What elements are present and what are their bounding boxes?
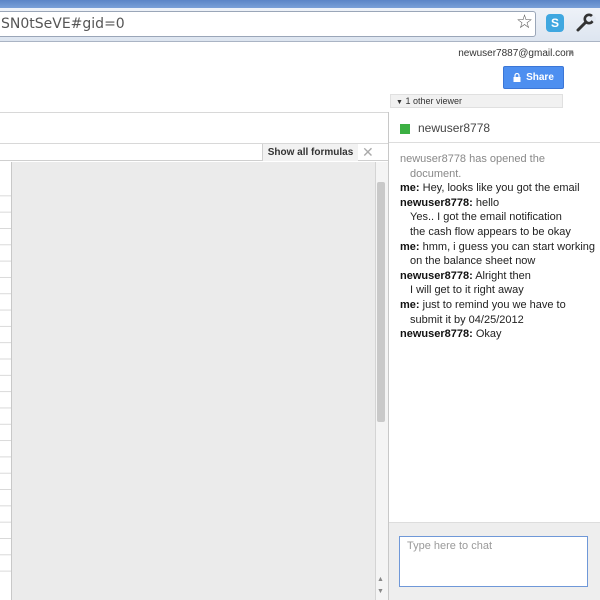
address-bar-url: SN0tSeVE#gid=0 bbox=[1, 16, 125, 32]
message-sender: me: bbox=[400, 298, 420, 311]
scrollbar-thumb[interactable] bbox=[377, 182, 385, 422]
viewers-label: 1 other viewer bbox=[405, 96, 462, 106]
message-sender: newuser8778: bbox=[400, 328, 473, 341]
spreadsheet-grid[interactable] bbox=[0, 162, 388, 600]
show-all-formulas-button[interactable]: Show all formulas bbox=[262, 144, 358, 161]
chat-message: the cash flow appears to be okay bbox=[400, 225, 596, 240]
message-sender: newuser8778: bbox=[400, 196, 473, 209]
chat-user-name: newuser8778 bbox=[418, 121, 491, 135]
message-text: the cash flow appears to be okay bbox=[410, 225, 571, 238]
address-bar[interactable]: SN0tSeVE#gid=0 bbox=[0, 11, 536, 37]
chat-message: I will get to it right away bbox=[400, 283, 596, 298]
triangle-down-icon: ▼ bbox=[396, 99, 403, 106]
chat-input[interactable] bbox=[399, 536, 588, 587]
star-icon[interactable]: ☆ bbox=[516, 13, 533, 33]
account-email[interactable]: newuser7887@gmail.com bbox=[458, 48, 574, 59]
message-text: hmm, i guess you can start working on th… bbox=[410, 240, 596, 268]
message-text: Yes.. I got the email notification bbox=[410, 211, 562, 224]
chat-message: newuser8778: Okay bbox=[400, 327, 596, 342]
chat-message: newuser8778: Alright then bbox=[400, 269, 596, 284]
message-text: just to remind you we have to submit it … bbox=[410, 298, 566, 326]
chat-message: me: Hey, looks like you got the email bbox=[400, 181, 596, 196]
chevron-down-icon[interactable]: ▼ bbox=[567, 48, 575, 57]
message-sender: me: bbox=[400, 240, 420, 253]
scroll-up-icon[interactable]: ▲ bbox=[377, 576, 384, 583]
wrench-icon[interactable] bbox=[574, 12, 598, 34]
chat-message: newuser8778 has opened the document. bbox=[400, 152, 596, 181]
skype-extension-icon[interactable]: S bbox=[546, 14, 564, 32]
header-divider bbox=[0, 112, 388, 113]
chat-message: Yes.. I got the email notification bbox=[400, 210, 596, 225]
scroll-down-icon[interactable]: ▼ bbox=[377, 588, 384, 595]
screen: { "browser": { "url": "SN0tSeVE#gid=0", … bbox=[0, 0, 600, 600]
chat-message: newuser8778: hello bbox=[400, 196, 596, 211]
share-button[interactable]: Share bbox=[503, 66, 564, 89]
row-header-column bbox=[0, 162, 12, 600]
lock-icon bbox=[513, 72, 521, 82]
viewers-toggle[interactable]: ▼ 1 other viewer bbox=[390, 94, 563, 108]
message-text: I will get to it right away bbox=[410, 284, 524, 297]
chat-message: me: hmm, i guess you can start working o… bbox=[400, 240, 596, 269]
browser-titlebar bbox=[0, 0, 600, 8]
chat-log: newuser8778 has opened the document. me:… bbox=[400, 152, 596, 342]
presence-indicator bbox=[400, 124, 410, 134]
message-text: hello bbox=[475, 196, 500, 209]
message-text: Okay bbox=[475, 328, 502, 341]
message-text: Hey, looks like you got the email bbox=[422, 182, 580, 195]
message-sender: newuser8778: bbox=[400, 269, 473, 282]
chat-message: me: just to remind you we have to submit… bbox=[400, 298, 596, 327]
message-text: newuser8778 has opened the document. bbox=[400, 153, 545, 180]
message-sender: me: bbox=[400, 182, 420, 195]
share-label: Share bbox=[526, 72, 554, 83]
close-icon[interactable]: ✕ bbox=[362, 144, 374, 160]
message-text: Alright then bbox=[475, 269, 531, 282]
